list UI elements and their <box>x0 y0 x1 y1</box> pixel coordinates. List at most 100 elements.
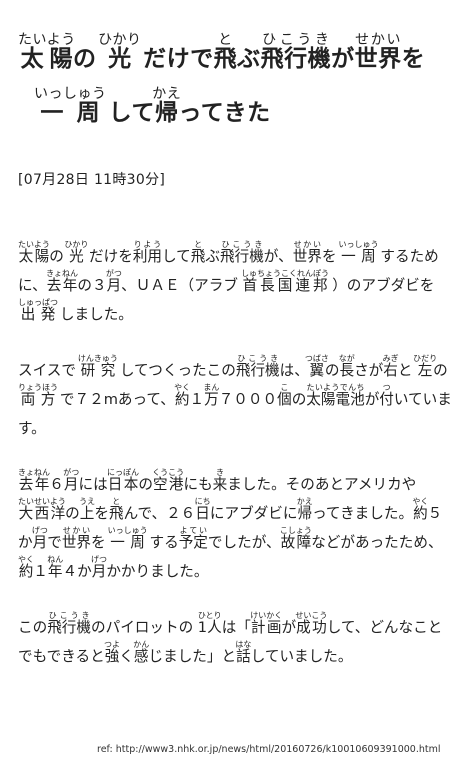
furigana: けいかく <box>250 611 283 620</box>
ruby-word: 月げつ <box>91 555 108 580</box>
ruby-word: 日本にっぽん <box>107 468 140 493</box>
ruby-word: 世界せかい <box>292 240 322 265</box>
ruby-word: 太陽たいよう <box>18 32 76 72</box>
paragraph: 去年きょねん６月がつには日本にっぽんの空港くうこうにも来きました。そのあとアメリ… <box>18 468 443 580</box>
ruby-word: 話はな <box>235 640 252 665</box>
furigana: つよ <box>104 640 120 649</box>
furigana: ひとり <box>197 611 222 620</box>
furigana: げつ <box>31 526 48 535</box>
ruby-word: 飛行機ひこうき <box>260 32 332 72</box>
furigana: かえ <box>296 497 313 506</box>
furigana: けんきゅう <box>77 354 118 363</box>
article-date: [07月28日 11時30分] <box>18 172 166 188</box>
ruby-word: 右みぎ <box>382 354 399 379</box>
ruby-word: 約やく <box>412 497 429 522</box>
furigana: りよう <box>132 240 163 249</box>
furigana: いっしゅう <box>34 86 107 102</box>
ruby-word: 太陽たいよう <box>18 240 50 265</box>
furigana: ねん <box>47 555 64 564</box>
furigana: まん <box>203 383 220 392</box>
ruby-word: 飛と <box>109 497 124 522</box>
ruby-word: 太陽電池たいようでんち <box>306 383 365 408</box>
ruby-word: 世界せかい <box>61 526 92 551</box>
ruby-word: 利用りよう <box>132 240 163 265</box>
furigana: やく <box>18 555 34 564</box>
ruby-word: 感かん <box>133 640 150 665</box>
furigana: こ <box>277 383 292 392</box>
furigana: なが <box>338 354 355 363</box>
furigana: せかい <box>292 240 322 249</box>
furigana: かえ <box>152 86 182 102</box>
ruby-word: 1人ひとり <box>197 611 222 636</box>
ruby-word: 日にち <box>194 497 211 522</box>
title-line-2: 一周いっしゅう して帰かえってきた <box>34 86 271 126</box>
furigana: ひこうき <box>220 240 264 249</box>
ruby-word: 光ひかり <box>98 32 142 72</box>
furigana: たいよう <box>18 32 76 48</box>
ruby-word: 光ひかり <box>64 240 89 265</box>
furigana: たいようでんち <box>306 383 365 392</box>
ruby-word: 帰かえ <box>152 86 182 126</box>
paragraph: この飛行機ひこうきのパイロットの 1人ひとりは「計画けいかくが成功せいこうして、… <box>18 611 443 665</box>
furigana: いっしゅう <box>107 526 148 535</box>
ruby-word: 個こ <box>277 383 292 408</box>
furigana: しゅちょうこくれんぽう <box>241 269 330 278</box>
ruby-word: 去年きょねん <box>18 468 50 493</box>
ruby-word: 飛行機ひこうき <box>235 354 280 379</box>
furigana: くうこう <box>152 468 185 477</box>
furigana: ひだり <box>413 354 438 363</box>
ruby-word: 月げつ <box>31 526 48 551</box>
furigana: き <box>212 468 228 477</box>
furigana: よてい <box>178 526 208 535</box>
article-title: 太陽たいようの 光ひかり だけで飛とぶ飛行機ひこうきが世界せかいを 一周いっしゅ… <box>18 32 458 140</box>
furigana: やく <box>412 497 429 506</box>
ruby-word: 左ひだり <box>413 354 438 379</box>
furigana: やく <box>174 383 191 392</box>
ruby-word: 上うえ <box>79 497 96 522</box>
ruby-word: 一周いっしゅう <box>107 526 148 551</box>
ruby-word: 年ねん <box>47 555 64 580</box>
furigana: たいよう <box>18 240 50 249</box>
furigana: と <box>109 497 124 506</box>
furigana: ひこうき <box>235 354 280 363</box>
furigana: ひかり <box>98 32 142 48</box>
ruby-word: 飛と <box>213 32 238 72</box>
ruby-word: 月がつ <box>63 468 80 493</box>
ruby-word: 一周いっしゅう <box>338 240 379 265</box>
ruby-word: 大西洋たいせいよう <box>18 497 66 522</box>
furigana: うえ <box>79 497 96 506</box>
furigana: みぎ <box>382 354 399 363</box>
ruby-word: 約やく <box>18 555 34 580</box>
ruby-word: 予定よてい <box>178 526 208 551</box>
ruby-word: 強つよ <box>104 640 120 665</box>
furigana: せかい <box>354 32 402 48</box>
furigana: がつ <box>105 269 122 278</box>
ruby-word: 長なが <box>338 354 355 379</box>
furigana: にち <box>194 497 211 506</box>
furigana: たいせいよう <box>18 497 66 506</box>
ruby-word: 約やく <box>174 383 191 408</box>
furigana: しゅっぱつ <box>18 298 58 307</box>
furigana: いっしゅう <box>338 240 379 249</box>
furigana: がつ <box>63 468 80 477</box>
article-page: 太陽たいようの 光ひかり だけで飛とぶ飛行機ひこうきが世界せかいを 一周いっしゅ… <box>0 0 468 777</box>
paragraph: 太陽たいようの 光ひかり だけを利用りようして飛とぶ飛行機ひこうきが、世界せかい… <box>18 240 439 323</box>
ruby-word: 飛行機ひこうき <box>220 240 264 265</box>
ruby-word: 付つ <box>379 383 394 408</box>
ruby-word: 帰かえ <box>296 497 313 522</box>
furigana: と <box>190 240 206 249</box>
ruby-word: 去年きょねん <box>46 269 79 294</box>
furigana: かん <box>133 640 150 649</box>
furigana: つ <box>379 383 394 392</box>
ruby-word: 故障こしょう <box>279 526 312 551</box>
article-body: 太陽たいようの 光ひかり だけを利用りようして飛とぶ飛行機ひこうきが、世界せかい… <box>18 240 454 696</box>
ruby-word: 空港くうこう <box>152 468 185 493</box>
ruby-word: 出発しゅっぱつ <box>18 298 58 323</box>
ruby-word: 計画けいかく <box>250 611 283 636</box>
furigana: はな <box>235 640 252 649</box>
reference-link[interactable]: ref: http://www3.nhk.or.jp/news/html/201… <box>97 744 441 755</box>
furigana: せいこう <box>295 611 328 620</box>
furigana: ひこうき <box>47 611 91 620</box>
furigana: げつ <box>91 555 108 564</box>
ruby-word: 両方りょうほう <box>18 383 58 408</box>
